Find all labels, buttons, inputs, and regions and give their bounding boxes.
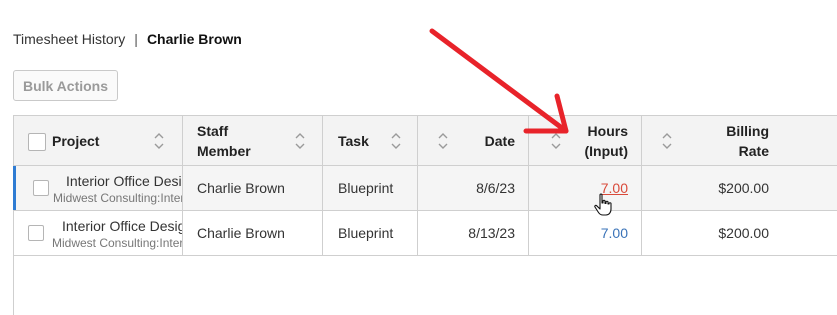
project-name[interactable]: Interior Office Design (66, 173, 182, 189)
rate-cell: $200.00 (642, 166, 837, 210)
sort-icon[interactable] (154, 132, 164, 150)
task-cell: Blueprint (323, 211, 418, 255)
hours-input-link[interactable]: 7.00 (601, 225, 628, 241)
column-header-project[interactable]: Project (14, 116, 183, 165)
column-label-rate-line1: Billing (726, 123, 769, 139)
column-label-task: Task (338, 133, 369, 149)
sort-icon[interactable] (391, 132, 401, 150)
billing-rate: $200.00 (718, 225, 769, 241)
column-label-hours-line2: (Input) (584, 143, 628, 159)
project-cell[interactable]: Interior Office Design Midwest Consultin… (14, 211, 183, 255)
hand-pointer-icon (594, 193, 612, 216)
project-client: Midwest Consulting:Interior (52, 236, 183, 250)
column-header-billing-rate[interactable]: Billing Rate (642, 116, 837, 165)
staff-cell: Charlie Brown (183, 166, 323, 210)
column-label-staff-line2: Member (197, 143, 251, 159)
sort-icon[interactable] (295, 132, 305, 150)
column-header-staff-member[interactable]: Staff Member (183, 116, 323, 165)
sort-icon[interactable] (662, 132, 672, 150)
bulk-actions-button[interactable]: Bulk Actions (13, 70, 118, 101)
task-name: Blueprint (338, 225, 394, 241)
column-header-hours-input[interactable]: Hours (Input) (529, 116, 642, 165)
row-checkbox[interactable] (28, 225, 44, 241)
staff-member: Charlie Brown (197, 180, 285, 196)
entry-date: 8/6/23 (476, 180, 515, 196)
project-name[interactable]: Interior Office Design (62, 218, 182, 234)
sort-icon[interactable] (438, 132, 448, 150)
timesheet-table: Project Staff Member Task Date Hours (In… (13, 115, 837, 315)
column-header-date[interactable]: Date (418, 116, 529, 165)
rate-cell: $200.00 (642, 211, 837, 255)
staff-member: Charlie Brown (197, 225, 285, 241)
hours-cell[interactable]: 7.00 (529, 211, 642, 255)
breadcrumb: Timesheet History | Charlie Brown (13, 31, 242, 47)
table-header: Project Staff Member Task Date Hours (In… (14, 116, 837, 166)
date-cell: 8/6/23 (418, 166, 529, 210)
column-label-date: Date (484, 133, 515, 149)
column-header-task[interactable]: Task (323, 116, 418, 165)
project-cell[interactable]: Interior Office Design Midwest Consultin… (14, 166, 183, 210)
sort-icon[interactable] (551, 132, 561, 150)
column-label-staff-line1: Staff (197, 123, 229, 139)
task-cell: Blueprint (323, 166, 418, 210)
project-client: Midwest Consulting:Interior (53, 191, 182, 205)
table-row[interactable]: Interior Office Design Midwest Consultin… (13, 166, 837, 211)
entry-date: 8/13/23 (468, 225, 515, 241)
table-row[interactable]: Interior Office Design Midwest Consultin… (14, 211, 837, 256)
hours-cell[interactable]: 7.00 (529, 166, 642, 210)
billing-rate: $200.00 (718, 180, 769, 196)
breadcrumb-section[interactable]: Timesheet History (13, 31, 125, 47)
column-label-hours-line1: Hours (587, 123, 628, 139)
staff-cell: Charlie Brown (183, 211, 323, 255)
column-label-project: Project (52, 133, 100, 149)
task-name: Blueprint (338, 180, 394, 196)
date-cell: 8/13/23 (418, 211, 529, 255)
breadcrumb-separator: | (134, 31, 138, 47)
row-checkbox[interactable] (33, 180, 49, 196)
select-all-checkbox[interactable] (28, 133, 46, 151)
breadcrumb-user: Charlie Brown (146, 31, 242, 47)
column-label-rate-line2: Rate (738, 143, 769, 159)
